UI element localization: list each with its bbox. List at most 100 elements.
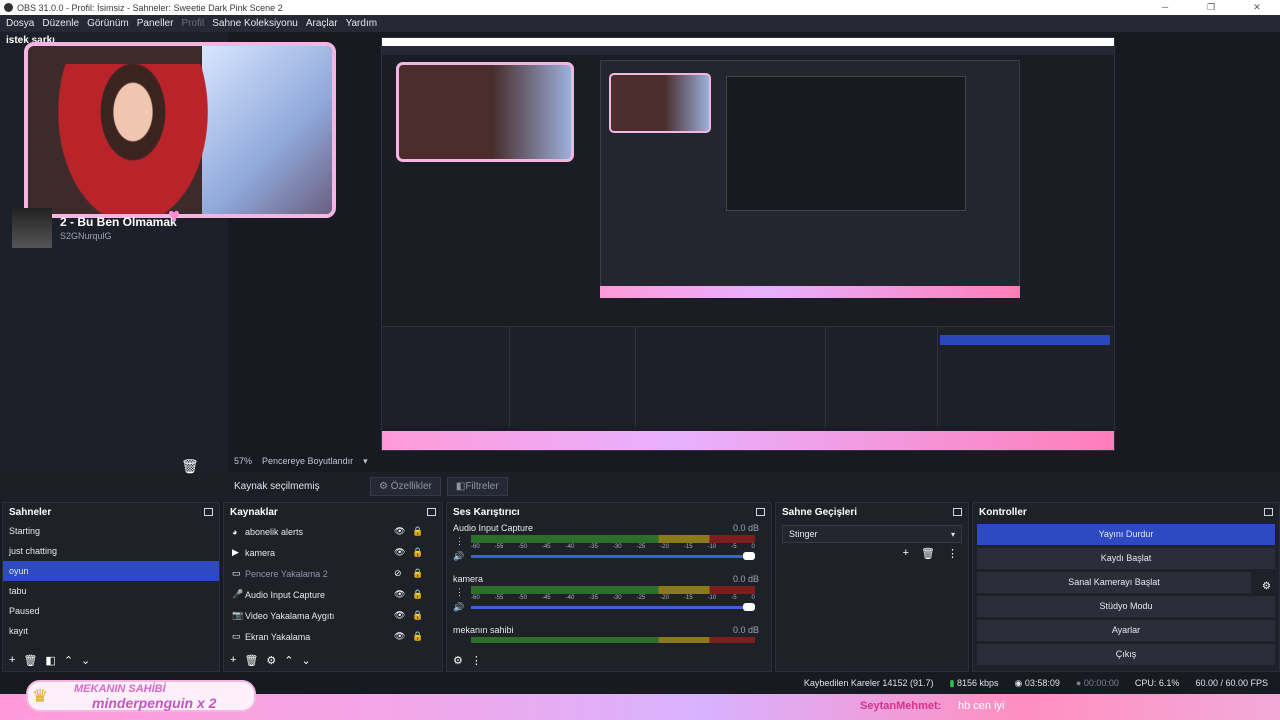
menu-duzenle[interactable]: Düzenle (38, 18, 83, 29)
speaker-icon[interactable]: 🔊 (453, 602, 464, 613)
add-icon[interactable]: + (230, 654, 236, 667)
undock-icon[interactable] (953, 508, 962, 516)
slider-knob[interactable] (743, 603, 755, 611)
lock-icon[interactable]: 🔒 (412, 610, 423, 621)
menu-araclar[interactable]: Araçlar (302, 18, 342, 29)
source-item[interactable]: 📷 Video Yakalama Aygıtı 👁 🔒 (224, 605, 442, 626)
maximize-button[interactable]: ❐ (1188, 0, 1234, 15)
stop-streaming-button[interactable]: Yayını Durdur (977, 524, 1275, 545)
trash-icon[interactable]: 🗑 (921, 547, 935, 560)
start-recording-button[interactable]: Kaydı Başlat (977, 548, 1275, 569)
volume-meter (471, 535, 755, 543)
song-title: 2 - Bu Ben Olmamak (60, 215, 177, 229)
gear-icon[interactable]: ⚙ (1262, 581, 1271, 592)
gear-icon[interactable]: ⚙ (453, 654, 463, 667)
scene-item-selected[interactable]: oyun (3, 561, 219, 581)
kebab-menu-icon[interactable]: ⋮ (455, 587, 464, 598)
filters-button[interactable]: ◧Filtreler (446, 476, 508, 496)
scenes-header: Sahneler (3, 503, 219, 521)
source-item[interactable]: ▭ Pencere Yakalama 2 ⊘ 🔒 (224, 563, 442, 584)
undock-icon[interactable] (427, 508, 436, 516)
window-icon: ▭ (232, 568, 241, 578)
nested-inner-bar (600, 286, 1020, 298)
add-icon[interactable]: + (903, 547, 909, 560)
crown-icon: ♛ (32, 686, 49, 706)
trash-icon[interactable]: 🗑 (181, 458, 199, 475)
kebab-menu-icon[interactable]: ⋮ (471, 654, 482, 667)
controls-header: Kontroller (973, 503, 1279, 521)
source-item[interactable]: 🎤 Audio Input Capture 👁 🔒 (224, 584, 442, 605)
fit-window-select[interactable]: Pencereye Boyutlandır (262, 456, 353, 467)
trash-icon[interactable]: 🗑 (23, 654, 37, 667)
nested-transitions (826, 327, 938, 427)
channel-name: kamera (453, 574, 484, 584)
chevron-down-icon[interactable]: ⌄ (81, 654, 90, 667)
scene-item[interactable]: just chatting (3, 541, 219, 561)
exit-button[interactable]: Çıkış (977, 644, 1275, 665)
kebab-menu-icon[interactable]: ⋮ (455, 536, 464, 547)
settings-button[interactable]: Ayarlar (977, 620, 1275, 641)
chevron-down-icon[interactable]: ▾ (363, 456, 368, 467)
speaker-icon[interactable]: 🔊 (453, 551, 464, 562)
source-item[interactable]: ▭ Ekran Yakalama 👁 🔒 (224, 626, 442, 647)
minimize-button[interactable]: ─ (1142, 0, 1188, 15)
menu-bar: Dosya Düzenle Görünüm Paneller Profil Sa… (0, 15, 1280, 32)
kebab-menu-icon[interactable]: ⋮ (947, 547, 958, 560)
play-icon: ▶ (232, 547, 239, 557)
transition-select[interactable]: Stinger ▾ (782, 525, 962, 543)
start-virtual-camera-button[interactable]: Sanal Kamerayı Başlat (977, 572, 1251, 593)
menu-sahne-koleksiyonu[interactable]: Sahne Koleksiyonu (208, 18, 302, 29)
undock-icon[interactable] (756, 508, 765, 516)
slider-knob[interactable] (743, 552, 755, 560)
scene-item[interactable]: Starting (3, 521, 219, 541)
undock-icon[interactable] (1264, 508, 1273, 516)
studio-mode-button[interactable]: Stüdyo Modu (977, 596, 1275, 617)
eye-icon[interactable]: 👁 (394, 610, 405, 621)
scene-item[interactable]: tabu (3, 581, 219, 601)
add-icon[interactable]: + (9, 654, 15, 667)
properties-button[interactable]: ⚙ Özellikler (370, 476, 441, 496)
scene-item[interactable]: kayıt (3, 621, 219, 641)
no-source-label: Kaynak seçilmemiş (234, 480, 320, 492)
eye-hidden-icon[interactable]: ⊘ (394, 568, 402, 579)
lock-icon[interactable]: 🔒 (412, 589, 423, 600)
source-item[interactable]: ▶ kamera 👁 🔒 (224, 542, 442, 563)
chevron-up-icon[interactable]: ⌃ (64, 654, 73, 667)
source-item[interactable]: ◕ abonelik alerts 👁 🔒 (224, 521, 442, 542)
volume-slider[interactable] (471, 603, 755, 611)
lock-icon[interactable]: 🔒 (412, 568, 423, 579)
close-button[interactable]: ✕ (1234, 0, 1280, 15)
tick-label: -10 (707, 544, 717, 550)
lock-icon[interactable]: 🔒 (412, 631, 423, 642)
mixer-channel: Audio Input Capture 0.0 dB ⋮ -60 -55 -50 -4… (447, 521, 771, 572)
filter-icon[interactable]: ◧ (45, 654, 55, 667)
menu-dosya[interactable]: Dosya (2, 18, 38, 29)
scene-item[interactable]: Paused (3, 601, 219, 621)
zoom-level[interactable]: 57% (234, 456, 252, 467)
record-time-value: 00:00:00 (1083, 678, 1119, 688)
menu-gorunum[interactable]: Görünüm (83, 18, 133, 29)
nested-inner-capture (600, 60, 1020, 298)
chevron-up-icon[interactable]: ⌃ (284, 654, 293, 667)
gear-icon[interactable]: ⚙ (266, 654, 276, 667)
eye-icon[interactable]: 👁 (394, 526, 405, 537)
eye-icon[interactable]: 👁 (394, 631, 405, 642)
channel-db: 0.0 dB (732, 625, 759, 635)
meter-ticks: -60 -55 -50 -45 -40 -35 -30 -25 -20 -15 -10 -5 0 (471, 595, 755, 601)
menu-profil[interactable]: Profil (177, 18, 208, 29)
nested-titlebar (382, 38, 1114, 46)
eye-icon[interactable]: 👁 (394, 547, 405, 558)
menu-yardim[interactable]: Yardım (342, 18, 382, 29)
menu-paneller[interactable]: Paneller (133, 18, 178, 29)
alert-icon: ◕ (232, 526, 238, 537)
tick-label: -35 (589, 544, 598, 550)
chevron-down-icon[interactable]: ⌄ (302, 654, 311, 667)
eye-icon[interactable]: 👁 (394, 589, 405, 600)
trash-icon[interactable]: 🗑 (244, 654, 258, 667)
lock-icon[interactable]: 🔒 (412, 526, 423, 537)
undock-icon[interactable] (204, 508, 213, 516)
window-title: OBS 31.0.0 - Profil: İsimsiz - Sahneler:… (17, 2, 283, 13)
scenes-title: Sahneler (9, 506, 52, 518)
lock-icon[interactable]: 🔒 (412, 547, 423, 558)
volume-slider[interactable] (471, 552, 755, 560)
